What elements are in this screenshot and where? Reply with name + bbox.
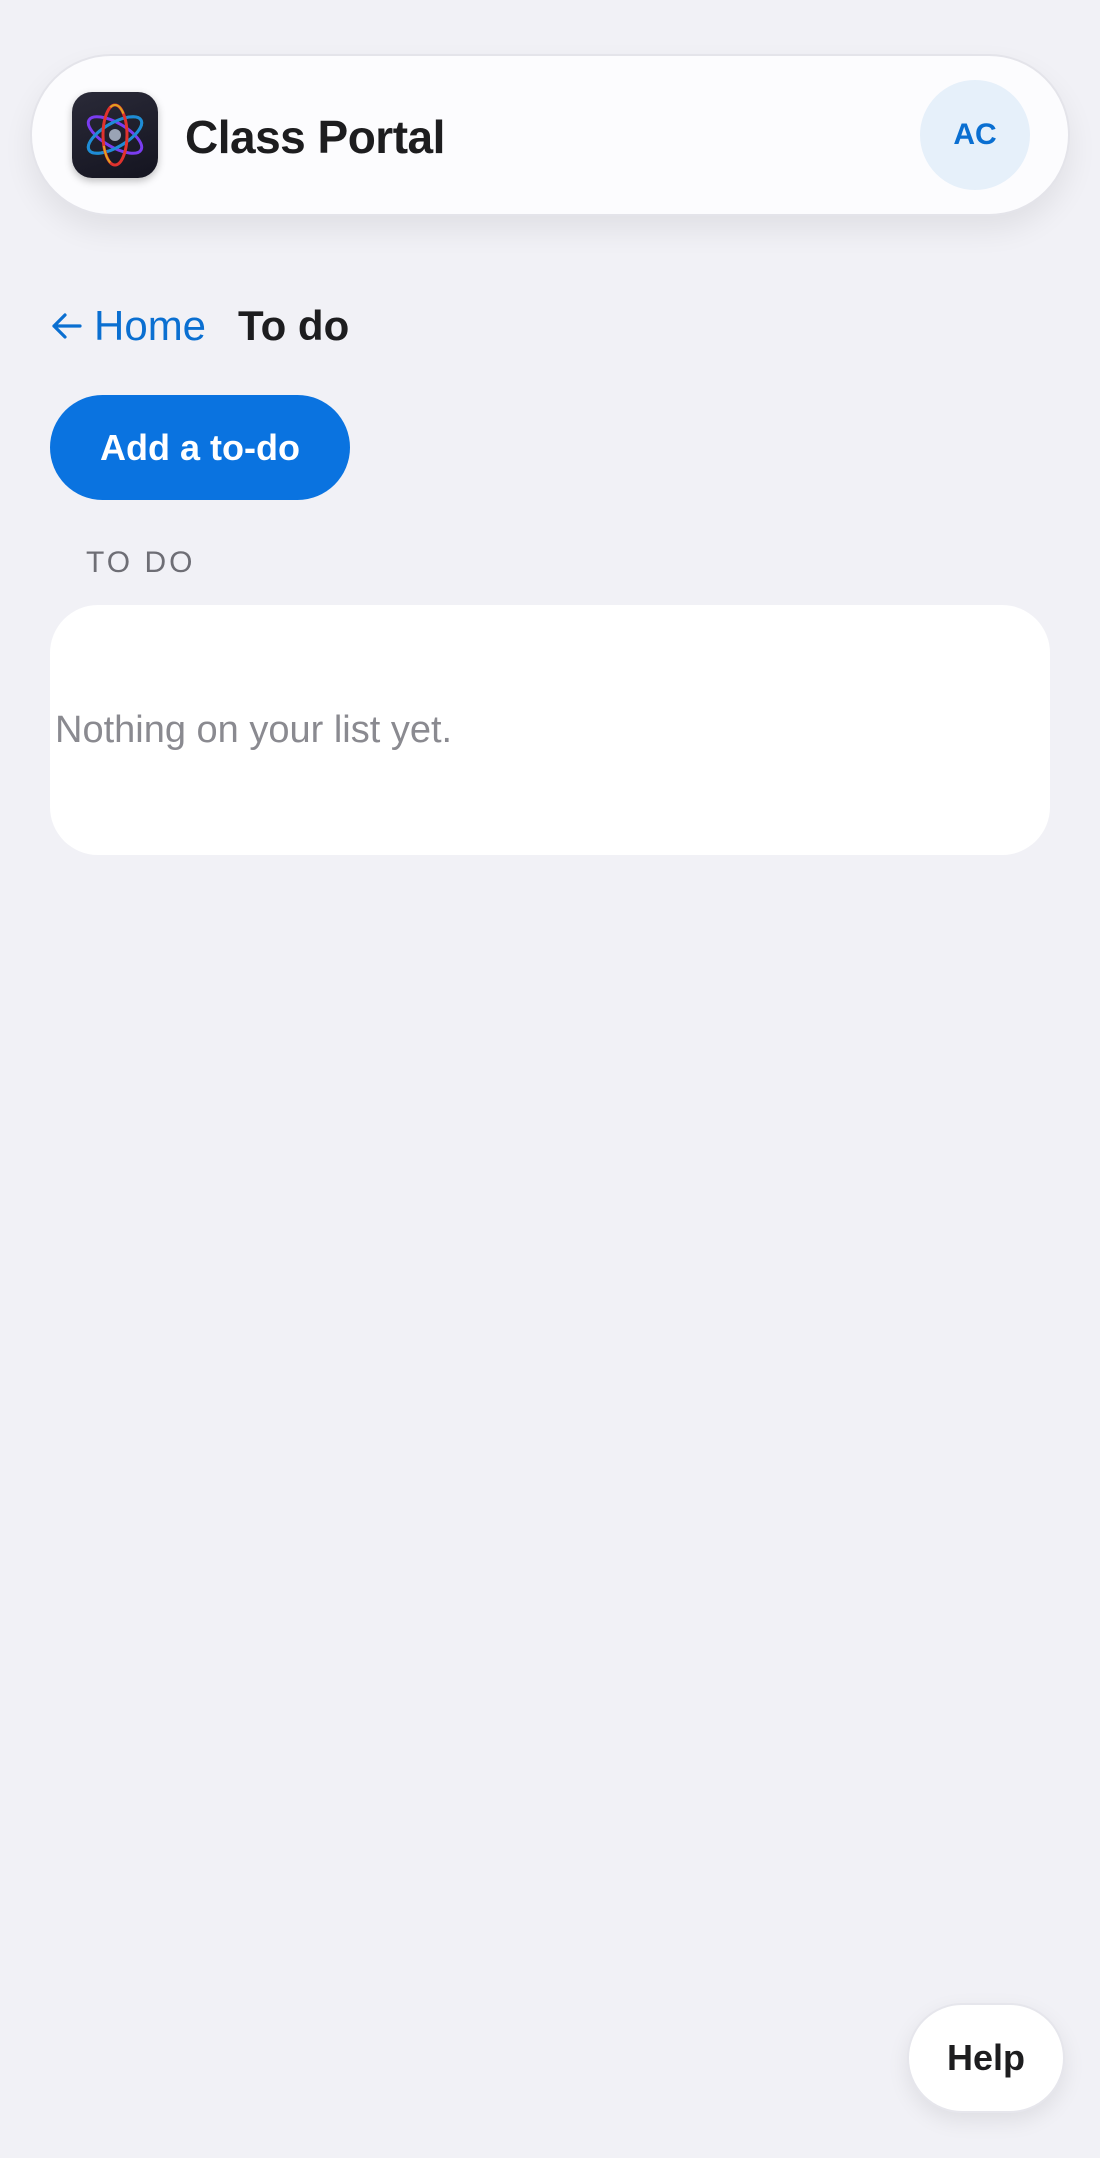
atom-icon[interactable] <box>72 92 158 178</box>
app-header: Class Portal AC <box>30 54 1070 216</box>
add-todo-button[interactable]: Add a to-do <box>50 395 350 500</box>
back-home-link[interactable]: Home <box>50 302 206 350</box>
todo-list-card: Nothing on your list yet. <box>50 605 1050 855</box>
empty-state-message: Nothing on your list yet. <box>55 708 453 751</box>
back-link-label: Home <box>94 302 207 349</box>
app-title: Class Portal <box>185 111 445 163</box>
page-title: To do <box>238 302 350 349</box>
arrow-left-icon <box>52 313 82 339</box>
user-avatar[interactable]: AC <box>920 80 1030 190</box>
help-button[interactable]: Help <box>907 2003 1065 2113</box>
breadcrumb: Home To do <box>50 296 349 356</box>
section-label-todo: TO DO <box>86 546 196 579</box>
